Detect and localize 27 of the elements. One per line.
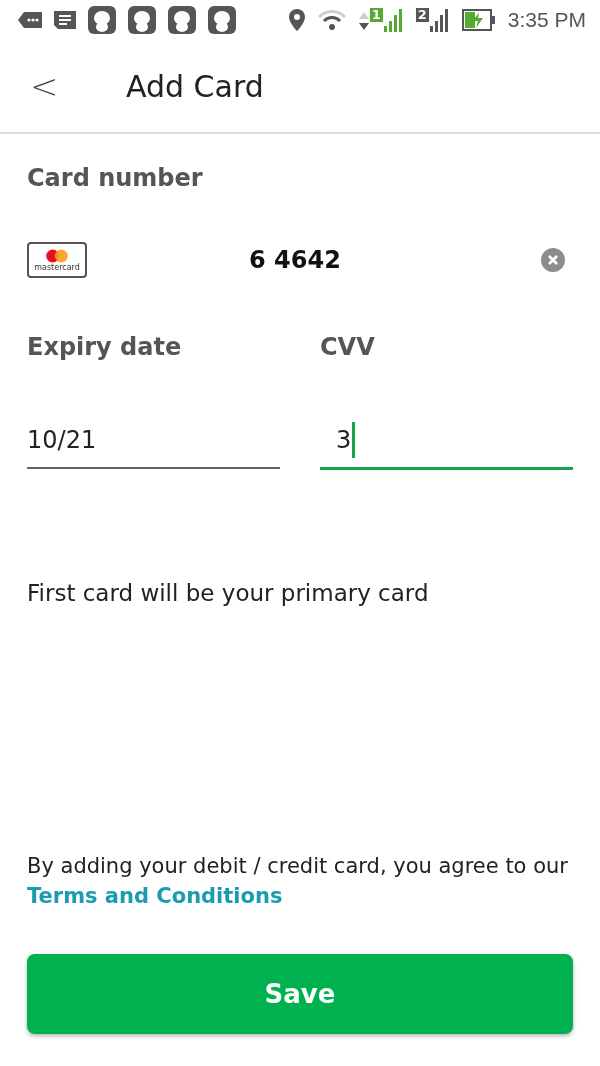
data-arrows-icon [358, 10, 369, 32]
card-number-field[interactable]: 6 4642 [249, 246, 541, 274]
message-icon [54, 11, 76, 29]
signal-icon [383, 8, 404, 32]
battery-charging-icon [461, 9, 496, 31]
expiry-field[interactable]: 10/21 [27, 423, 280, 469]
app-notification-icon [168, 6, 196, 34]
mastercard-logo: mastercard [27, 242, 87, 278]
more-notification-icon [18, 12, 42, 28]
field-label: Card number [27, 164, 204, 192]
info-text: First card will be your primary card [27, 580, 430, 606]
back-button[interactable]: < [30, 66, 126, 106]
clock: 3:35 PM [507, 8, 586, 32]
clear-icon[interactable] [541, 248, 565, 272]
location-icon [288, 9, 305, 31]
wifi-icon [316, 9, 347, 31]
field-label: Expiry date [27, 333, 183, 361]
terms-text: By adding your debit / credit card, you agree to our [27, 854, 569, 878]
app-notification-icon [208, 6, 236, 34]
sim-badge: 1 [369, 8, 383, 22]
page-title: Add Card [126, 68, 264, 104]
app-notification-icon [88, 6, 116, 34]
field-label: CVV [320, 333, 376, 361]
sim-badge: 2 [415, 8, 429, 22]
app-notification-icon [128, 6, 156, 34]
signal-icon [429, 8, 450, 32]
cvv-field[interactable]: 3 [320, 423, 573, 470]
